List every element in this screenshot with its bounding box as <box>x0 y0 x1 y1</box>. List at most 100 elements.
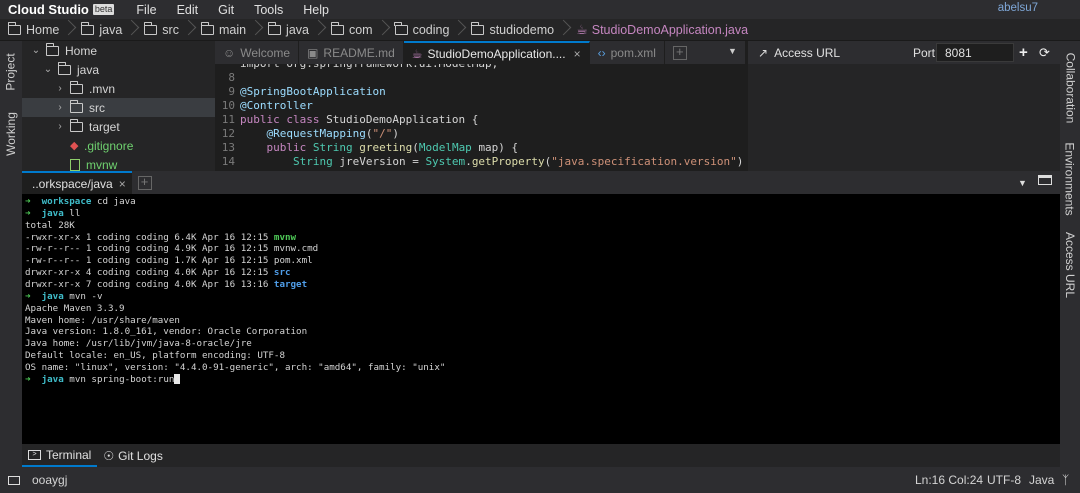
file-language[interactable]: Java <box>1029 473 1054 487</box>
tree-item-home[interactable]: ⌄ Home <box>22 41 215 60</box>
tab-pom-xml[interactable]: ‹› pom.xml <box>590 41 665 64</box>
tab-project[interactable]: Project <box>0 43 22 101</box>
editor-tab-bar: ☺ Welcome ▣ README.md ☕ StudioDemoApplicati… <box>215 41 745 64</box>
tab-readme[interactable]: ▣ README.md <box>299 41 404 64</box>
folder-icon <box>7 21 21 35</box>
close-terminal-tab-icon[interactable]: × <box>119 177 126 191</box>
maximize-panel-icon[interactable] <box>1038 175 1052 185</box>
right-sidebar: Collaboration Environments Access URL <box>1060 41 1080 467</box>
terminal-line: -rw-r--r-- 1 coding coding 4.9K Apr 16 1… <box>25 243 318 255</box>
close-tab-button[interactable]: × <box>574 47 581 61</box>
new-tab-button[interactable] <box>672 44 687 60</box>
breadcrumb-item[interactable]: main <box>179 19 246 41</box>
terminal-tab[interactable]: ..orkspace/java × <box>22 171 132 194</box>
menu-edit[interactable]: Edit <box>177 3 199 17</box>
tab-list-dropdown-icon[interactable]: ▼ <box>728 46 737 56</box>
code-token: public class <box>240 113 327 126</box>
code-line: import org.springframework.ui.ModelMap; <box>215 64 498 71</box>
terminal-line: drwxr-xr-x 4 coding coding 4.0K Apr 16 1… <box>25 267 291 279</box>
tab-working[interactable]: Working <box>0 103 22 165</box>
code-token: . <box>465 155 472 168</box>
add-port-icon[interactable]: + <box>1019 44 1028 61</box>
external-link-icon: ↗ <box>758 45 769 60</box>
chevron-right-icon[interactable]: › <box>54 121 66 132</box>
tab-environments[interactable]: Environments <box>1060 137 1080 221</box>
tree-item-mvn[interactable]: › .mvn <box>22 79 215 98</box>
markdown-icon: ▣ <box>307 45 319 60</box>
terminal-line: Java version: 1.8.0_161, vendor: Oracle … <box>25 326 307 338</box>
terminal-line: Default locale: en_US, platform encoding… <box>25 350 285 362</box>
folder-icon <box>200 21 214 35</box>
tab-access-url[interactable]: Access URL <box>1060 227 1080 303</box>
folder-icon <box>394 21 408 35</box>
chevron-right-icon[interactable]: › <box>54 83 66 94</box>
menu-tools[interactable]: Tools <box>254 3 283 17</box>
tab-collaboration[interactable]: Collaboration <box>1060 43 1080 133</box>
breadcrumb-item[interactable]: src <box>122 19 179 41</box>
terminal-text: drwxr-xr-x 4 coding coding 4.0K Apr 16 1… <box>25 267 274 279</box>
tree-item-java[interactable]: ⌄ java <box>22 60 215 79</box>
breadcrumb-item[interactable]: studiodemo <box>449 19 554 41</box>
menu-help[interactable]: Help <box>303 3 329 17</box>
panel-tab-bar: > Terminal ☉ Git Logs <box>22 444 1060 467</box>
tab-welcome[interactable]: ☺ Welcome <box>215 41 300 64</box>
code-line: 10 @Controller <box>215 99 313 113</box>
folder-icon <box>69 118 83 132</box>
git-branch-icon[interactable]: ᛉ <box>1062 473 1069 487</box>
app-logo: Cloud Studio beta <box>0 2 115 17</box>
menu-file[interactable]: File <box>136 3 156 17</box>
tree-item-target[interactable]: › target <box>22 117 215 136</box>
code-token: @Controller <box>240 99 313 112</box>
terminal-text: -rw-r--r-- 1 coding coding 1.7K Apr 16 1… <box>25 255 313 267</box>
line-number: 14 <box>221 155 235 168</box>
breadcrumb-item[interactable]: java <box>59 19 122 41</box>
terminal-line: ➜ java ll <box>25 208 80 220</box>
terminal-dropdown-icon[interactable]: ▼ <box>1018 178 1027 188</box>
breadcrumb-item[interactable]: java <box>246 19 309 41</box>
refresh-icon[interactable]: ⟳ <box>1039 45 1050 61</box>
folder-icon <box>143 21 158 35</box>
tab-studio-demo-application[interactable]: ☕ StudioDemoApplication.... × <box>403 41 590 64</box>
monitor-icon[interactable] <box>8 475 20 485</box>
tree-item-src[interactable]: › src <box>22 98 215 117</box>
breadcrumb-item[interactable]: Home <box>0 19 59 41</box>
menu-git[interactable]: Git <box>218 3 234 17</box>
user-link[interactable]: abelsu7 <box>998 2 1038 14</box>
port-label: Port <box>913 45 936 60</box>
chevron-down-icon[interactable]: ⌄ <box>42 64 54 75</box>
tree-item-label: target <box>89 119 120 134</box>
left-sidebar: Project Working <box>0 41 22 467</box>
chevron-down-icon[interactable]: ⌄ <box>30 45 42 56</box>
terminal-line: OS name: "linux", version: "4.4.0-91-gen… <box>25 362 445 374</box>
code-editor[interactable]: import org.springframework.ui.ModelMap; 8… <box>215 64 745 171</box>
code-token: StudioDemoApplication { <box>326 113 479 126</box>
terminal-line: -rwxr-xr-x 1 coding coding 6.4K Apr 16 1… <box>25 232 296 244</box>
folder-icon <box>267 21 282 35</box>
breadcrumb-item-current[interactable]: ☕ StudioDemoApplication.java <box>554 19 748 41</box>
tree-item-mvnw[interactable]: mvnw <box>22 155 215 171</box>
breadcrumb-item[interactable]: com <box>309 19 373 41</box>
file-encoding[interactable]: UTF-8 <box>987 473 1021 487</box>
app-name: Cloud Studio <box>8 2 89 17</box>
welcome-icon: ☺ <box>223 45 236 60</box>
terminal-output[interactable]: ➜ workspace cd java ➜ java ll total 28K -rw… <box>22 194 1060 444</box>
git-file-icon: ◆ <box>70 140 79 152</box>
code-token: import org.springframework.ui.ModelMap; <box>240 64 498 70</box>
tab-terminal[interactable]: > Terminal <box>22 444 98 467</box>
tree-item-label: mvnw <box>86 157 118 172</box>
code-token: "java.specification.version" <box>551 155 737 168</box>
breadcrumb-item[interactable]: coding <box>373 19 449 41</box>
port-input[interactable] <box>936 43 1014 62</box>
breadcrumb: Home java src main java com coding studi… <box>0 19 1080 41</box>
terminal-cursor <box>174 374 181 385</box>
new-terminal-button[interactable] <box>137 174 152 190</box>
folder-icon <box>471 21 485 35</box>
terminal-line: total 28K <box>25 220 75 232</box>
tab-git-logs[interactable]: ☉ Git Logs <box>97 444 168 467</box>
tree-item-gitignore[interactable]: ◆ .gitignore <box>22 136 215 155</box>
terminal-text: cd java <box>96 196 136 207</box>
java-file-icon: ☕ <box>411 46 423 61</box>
cursor-position[interactable]: Ln:16 Col:24 <box>915 473 983 487</box>
chevron-right-icon[interactable]: › <box>54 102 66 113</box>
